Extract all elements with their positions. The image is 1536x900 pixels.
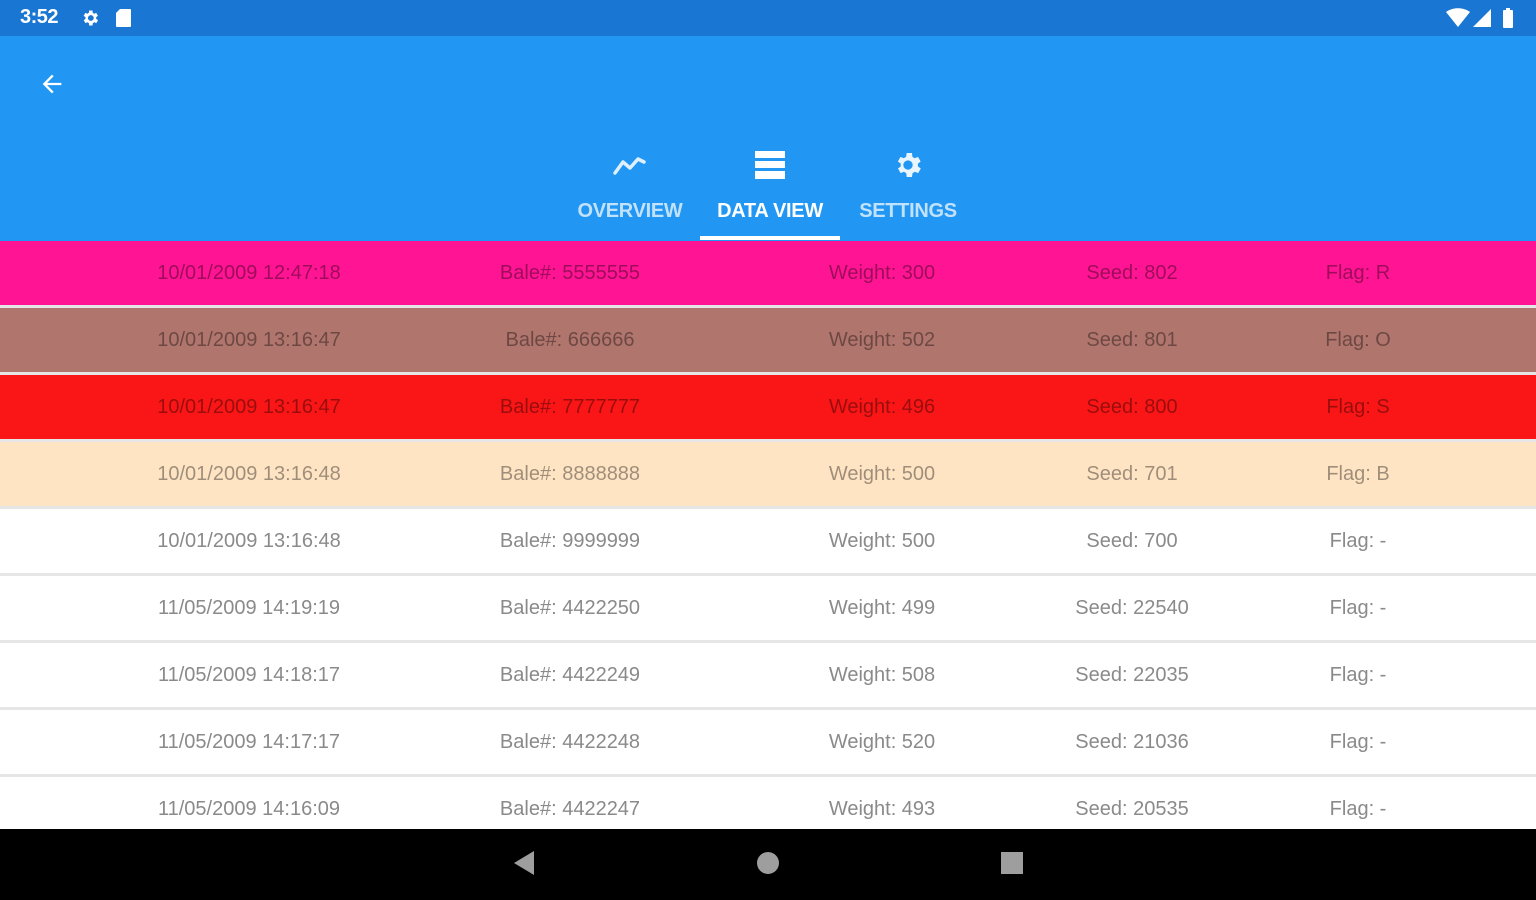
trending-line-icon [612, 148, 648, 182]
row-bale: Bale#: 4422250 [499, 597, 641, 619]
row-bale: Bale#: 4422247 [499, 798, 641, 820]
wifi-icon [1446, 8, 1470, 33]
gear-icon [80, 8, 100, 28]
table-row[interactable]: 10/01/2009 13:16:47 Bale#: 7777777 Weigh… [0, 375, 1536, 442]
row-seed: Seed: 801 [1086, 329, 1178, 351]
nav-home-button[interactable] [748, 847, 788, 883]
row-seed: Seed: 20535 [1075, 798, 1189, 820]
row-weight: Weight: 499 [828, 597, 936, 619]
row-bale: Bale#: 4422249 [499, 664, 641, 686]
row-flag: Flag: - [1329, 664, 1387, 686]
list-icon [752, 148, 788, 182]
row-seed: Seed: 802 [1086, 262, 1178, 284]
table-row[interactable]: 11/05/2009 14:19:19 Bale#: 4422250 Weigh… [0, 576, 1536, 643]
row-weight: Weight: 300 [828, 262, 936, 284]
row-weight: Weight: 520 [828, 731, 936, 753]
tab-overview[interactable]: OVERVIEW [560, 136, 700, 240]
row-bale: Bale#: 8888888 [499, 463, 641, 485]
row-weight: Weight: 500 [828, 463, 936, 485]
row-flag: Flag: - [1329, 597, 1387, 619]
row-flag: Flag: B [1326, 463, 1390, 485]
row-bale: Bale#: 666666 [505, 329, 635, 351]
row-bale: Bale#: 5555555 [499, 262, 641, 284]
row-date: 11/05/2009 14:16:09 [157, 798, 341, 820]
gear-icon [890, 148, 926, 182]
row-seed: Seed: 800 [1086, 396, 1178, 418]
table-row[interactable]: 11/05/2009 14:18:17 Bale#: 4422249 Weigh… [0, 643, 1536, 710]
navigation-bar [0, 829, 1536, 900]
back-button[interactable] [28, 64, 76, 108]
row-weight: Weight: 508 [828, 664, 936, 686]
row-bale: Bale#: 4422248 [499, 731, 641, 753]
row-seed: Seed: 21036 [1075, 731, 1189, 753]
nav-recents-button[interactable] [992, 847, 1032, 883]
tab-settings[interactable]: SETTINGS [838, 136, 978, 240]
home-circle-icon [755, 850, 781, 881]
table-row[interactable]: 11/05/2009 14:16:09 Bale#: 4422247 Weigh… [0, 777, 1536, 829]
nav-back-button[interactable] [504, 847, 544, 883]
row-date: 11/05/2009 14:18:17 [157, 664, 341, 686]
row-date: 10/01/2009 12:47:18 [157, 262, 341, 284]
row-date: 11/05/2009 14:17:17 [157, 731, 341, 753]
recents-square-icon [1000, 851, 1024, 880]
back-triangle-icon [512, 850, 536, 881]
row-seed: Seed: 701 [1086, 463, 1178, 485]
tab-overview-label: OVERVIEW [577, 200, 683, 222]
row-seed: Seed: 700 [1086, 530, 1178, 552]
arrow-left-icon [38, 70, 66, 103]
row-date: 10/01/2009 13:16:48 [157, 530, 341, 552]
row-date: 10/01/2009 13:16:47 [157, 329, 341, 351]
row-bale: Bale#: 9999999 [499, 530, 641, 552]
app-bar: OVERVIEW DATA VIEW SETTINGS [0, 36, 1536, 241]
tab-data-view[interactable]: DATA VIEW [700, 136, 840, 240]
row-flag: Flag: - [1329, 731, 1387, 753]
row-flag: Flag: O [1325, 329, 1391, 351]
row-date: 11/05/2009 14:19:19 [157, 597, 341, 619]
status-time: 3:52 [20, 6, 59, 28]
cell-signal-icon [1472, 8, 1492, 33]
tab-settings-label: SETTINGS [859, 200, 957, 222]
row-weight: Weight: 493 [828, 798, 936, 820]
row-bale: Bale#: 7777777 [499, 396, 641, 418]
row-weight: Weight: 500 [828, 530, 936, 552]
table-row[interactable]: 10/01/2009 13:16:48 Bale#: 9999999 Weigh… [0, 509, 1536, 576]
row-flag: Flag: - [1329, 798, 1387, 820]
row-date: 10/01/2009 13:16:47 [157, 396, 341, 418]
row-flag: Flag: R [1325, 262, 1391, 284]
table-row[interactable]: 10/01/2009 12:47:18 Bale#: 5555555 Weigh… [0, 241, 1536, 308]
status-bar: 3:52 [0, 0, 1536, 36]
row-seed: Seed: 22035 [1075, 664, 1189, 686]
row-flag: Flag: - [1329, 530, 1387, 552]
row-weight: Weight: 502 [828, 329, 936, 351]
table-row[interactable]: 11/05/2009 14:17:17 Bale#: 4422248 Weigh… [0, 710, 1536, 777]
row-date: 10/01/2009 13:16:48 [157, 463, 341, 485]
row-seed: Seed: 22540 [1075, 597, 1189, 619]
tab-data-view-label: DATA VIEW [717, 200, 823, 222]
row-flag: Flag: S [1326, 396, 1390, 418]
row-weight: Weight: 496 [828, 396, 936, 418]
data-list[interactable]: 10/01/2009 12:47:18 Bale#: 5555555 Weigh… [0, 241, 1536, 829]
table-row[interactable]: 10/01/2009 13:16:48 Bale#: 8888888 Weigh… [0, 442, 1536, 509]
battery-icon [1502, 8, 1514, 33]
sd-card-icon [114, 8, 134, 28]
table-row[interactable]: 10/01/2009 13:16:47 Bale#: 666666 Weight… [0, 308, 1536, 375]
tab-indicator [700, 236, 840, 240]
